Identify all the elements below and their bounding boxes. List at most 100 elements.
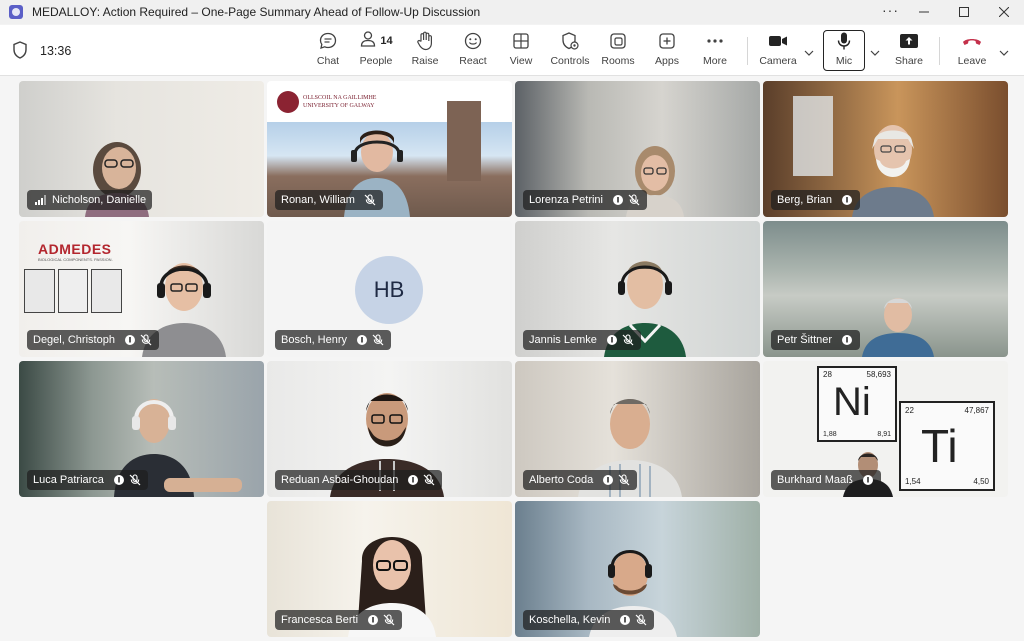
people-count-badge: 14 — [380, 35, 393, 47]
more-button[interactable]: More — [700, 29, 730, 73]
close-icon[interactable] — [984, 0, 1024, 24]
apps-button[interactable]: Apps — [652, 29, 682, 73]
shield-icon[interactable] — [12, 41, 28, 64]
pinned-info-icon — [861, 473, 875, 487]
mic-muted-icon — [627, 193, 641, 207]
mic-options-chevron-down-icon[interactable] — [870, 43, 880, 61]
participant-tile[interactable]: Francesca Berti — [267, 501, 512, 637]
participant-tile[interactable]: 28 58,693 Ni 1,88 8,91 22 47,867 Ti 1,54… — [763, 361, 1008, 497]
participant-name: Petr Šittner — [777, 334, 833, 346]
participant-nameplate: Nicholson, Danielle — [27, 190, 153, 210]
wall-art — [24, 269, 123, 313]
toolbar-divider — [747, 37, 748, 65]
participant-name: Francesca Berti — [281, 614, 359, 626]
shield-gear-icon — [560, 29, 580, 53]
participant-tile[interactable]: OLLSCOIL NA GAILLIMHE UNIVERSITY OF GALW… — [267, 81, 512, 217]
participant-nameplate: Alberto Coda — [523, 470, 638, 490]
mic-muted-icon — [617, 473, 631, 487]
share-screen-icon — [899, 29, 919, 53]
participant-nameplate: Reduan Asbai-Ghoudan — [275, 470, 443, 490]
participant-name: Jannis Lemke — [529, 334, 597, 346]
participant-name: Reduan Asbai-Ghoudan — [281, 474, 399, 486]
smiley-icon — [463, 29, 483, 53]
participant-video — [848, 121, 938, 217]
people-icon — [359, 30, 377, 53]
participant-name: Bosch, Henry — [281, 334, 348, 346]
participant-nameplate: Lorenza Petrini — [523, 190, 647, 210]
participant-name: Luca Patriarca — [33, 474, 104, 486]
participant-video — [858, 291, 938, 357]
people-button[interactable]: 14 People — [358, 29, 394, 73]
participant-tile[interactable]: Berg, Brian — [763, 81, 1008, 217]
participant-tile[interactable]: Reduan Asbai-Ghoudan — [267, 361, 512, 497]
raise-hand-button[interactable]: Raise — [410, 29, 440, 73]
participant-tile[interactable]: Lorenza Petrini — [515, 81, 760, 217]
participant-tile[interactable]: Nicholson, Danielle — [19, 81, 264, 217]
participant-nameplate: Berg, Brian — [771, 190, 861, 210]
hand-icon — [416, 29, 434, 53]
participant-tile[interactable]: HB Bosch, Henry — [267, 221, 512, 357]
camera-button[interactable]: Camera — [759, 29, 797, 73]
participant-name: Alberto Coda — [529, 474, 594, 486]
leave-button[interactable]: Leave — [957, 29, 987, 73]
share-button[interactable]: Share — [894, 29, 924, 73]
participant-name: Nicholson, Danielle — [52, 194, 147, 206]
pinned-info-icon — [618, 613, 632, 627]
teams-meeting-window: MEDALLOY: Action Required – One-Page Sum… — [0, 0, 1024, 641]
video-gallery: Nicholson, Danielle OLLSCOIL NA GAILLIMH… — [0, 76, 1024, 641]
pinned-info-icon — [112, 473, 126, 487]
meeting-timer: 13:36 — [40, 44, 72, 58]
react-button[interactable]: React — [458, 29, 488, 73]
more-dots-icon — [706, 29, 724, 53]
rooms-button[interactable]: Rooms — [601, 29, 635, 73]
mic-button[interactable]: Mic — [829, 29, 859, 73]
mic-muted-icon — [382, 613, 396, 627]
pinned-info-icon — [605, 333, 619, 347]
minimize-icon[interactable] — [904, 0, 944, 24]
pinned-info-icon — [366, 613, 380, 627]
university-logo-text: OLLSCOIL NA GAILLIMHE UNIVERSITY OF GALW… — [303, 95, 377, 109]
participant-nameplate: Koschella, Kevin — [523, 610, 655, 630]
chat-icon — [318, 29, 338, 53]
pinned-info-icon — [355, 333, 369, 347]
pinned-info-icon — [840, 333, 854, 347]
participant-nameplate: Francesca Berti — [275, 610, 403, 630]
window-more-icon[interactable]: ··· — [882, 2, 899, 18]
participant-name: Ronan, William — [281, 194, 355, 206]
participant-name: Degel, Christoph — [33, 334, 115, 346]
participant-nameplate: Degel, Christoph — [27, 330, 159, 350]
participant-nameplate: Jannis Lemke — [523, 330, 641, 350]
participant-tile[interactable]: ADMEDES BIOLOGICAL COMPONENTS. PASSION. … — [19, 221, 264, 357]
maximize-icon[interactable] — [944, 0, 984, 24]
participant-tile[interactable]: Luca Patriarca — [19, 361, 264, 497]
participant-tile[interactable]: Jannis Lemke — [515, 221, 760, 357]
view-button[interactable]: View — [506, 29, 536, 73]
avatar: HB — [355, 256, 423, 324]
signal-strength-icon — [33, 193, 47, 207]
element-card-ti: 22 47,867 Ti 1,54 4,50 — [899, 401, 995, 491]
university-crest-icon — [277, 91, 299, 113]
participant-tile[interactable]: Koschella, Kevin — [515, 501, 760, 637]
participant-name: Koschella, Kevin — [529, 614, 611, 626]
pinned-info-icon — [123, 333, 137, 347]
participant-nameplate: Bosch, Henry — [275, 330, 392, 350]
mic-muted-icon — [422, 473, 436, 487]
participant-tile[interactable]: Alberto Coda — [515, 361, 760, 497]
leave-options-chevron-down-icon[interactable] — [999, 43, 1009, 61]
camera-options-chevron-down-icon[interactable] — [804, 43, 814, 61]
pinned-info-icon — [611, 193, 625, 207]
meeting-toolbar: 13:36 Chat 14 People Raise React View Co… — [0, 25, 1024, 76]
mic-muted-icon — [363, 193, 377, 207]
grid-view-icon — [512, 29, 530, 53]
company-logo-text: ADMEDES — [38, 241, 112, 257]
participant-name: Lorenza Petrini — [529, 194, 603, 206]
participant-tile[interactable]: Petr Šittner — [763, 221, 1008, 357]
mic-muted-icon — [371, 333, 385, 347]
mic-muted-icon — [128, 473, 142, 487]
controls-button[interactable]: Controls — [550, 29, 590, 73]
video-camera-icon — [768, 29, 788, 53]
chat-button[interactable]: Chat — [313, 29, 343, 73]
participant-nameplate: Burkhard Maaß — [771, 470, 881, 490]
teams-logo-icon — [9, 5, 23, 19]
window-title: MEDALLOY: Action Required – One-Page Sum… — [32, 5, 481, 19]
